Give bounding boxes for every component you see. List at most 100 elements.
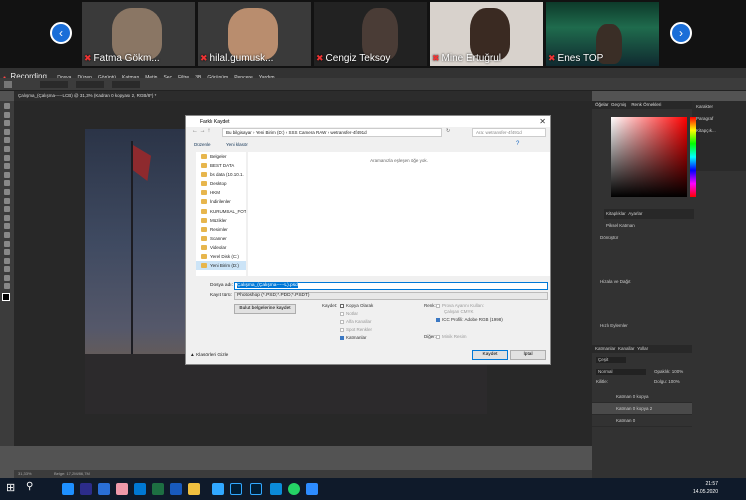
eraser-icon[interactable] [4,197,10,204]
refresh-icon[interactable]: ↻ [446,128,456,137]
pen-icon[interactable] [4,231,10,238]
excel-icon[interactable] [152,483,164,495]
help-icon[interactable]: ? [516,141,519,147]
whatsapp-icon[interactable] [288,483,300,495]
document-tab[interactable]: Çalışma_(Çalışma-----LCB) @ 31,3% (Kadra… [18,93,156,98]
brush-icon[interactable] [4,171,10,178]
participant-tile[interactable]: ✖ Cengiz Teksoy [314,2,427,66]
layer-filter-select[interactable]: Çeşit [596,357,626,363]
filename-input[interactable]: Çalışma_(Çalışma-----L).psd [234,282,548,290]
cloud-save-button[interactable]: Bulut belgelerine kaydet [234,304,296,314]
system-clock[interactable]: 21:57 14.05.2020 [693,480,718,496]
nav-item[interactable]: Resimler [196,225,246,234]
file-list-area[interactable]: Aramanızla eşleşen öğe yok. [248,152,550,276]
nav-item[interactable]: KURUMSAL_FOT [196,207,246,216]
participant-tile[interactable]: ✖ Fatma Gökm... [82,2,195,66]
quick-select-icon[interactable] [4,128,10,135]
search-input[interactable]: Ara: wetransfer-4f491d [472,128,546,137]
hide-folders-toggle[interactable]: ▲ Klasörleri Gizle [190,353,228,358]
path-select-icon[interactable] [4,249,10,256]
organize-button[interactable]: Düzenle [194,142,211,147]
search-icon[interactable]: ⚲ [26,481,38,493]
notes-checkbox[interactable]: Notlar [340,311,358,316]
close-icon[interactable]: ✕ [539,117,546,126]
layer-row[interactable]: Katman 0 [592,415,692,427]
healing-icon[interactable] [4,163,10,170]
filetype-select[interactable]: Photoshop (*.PSD;*.PDD;*.PSDT) [234,292,548,300]
participant-tile[interactable]: ✖ Enes TOP [546,2,659,66]
fill-value[interactable]: 100% [668,379,680,384]
dodge-icon[interactable] [4,223,10,230]
layer-row-selected[interactable]: Katman 0 kopya 2 [592,403,692,415]
nav-item[interactable]: İndirilenler [196,197,246,206]
browser-icon[interactable] [98,483,110,495]
start-icon[interactable]: ⊞ [6,481,18,494]
nav-item[interactable]: Desktop [196,179,246,188]
crop-tool-icon[interactable] [4,81,12,88]
skype-icon[interactable] [270,483,282,495]
foreground-color-swatch[interactable] [2,293,10,302]
explorer-icon[interactable] [188,483,200,495]
edge-icon[interactable] [62,483,74,495]
spot-checkbox[interactable]: Spot Renkler [340,327,372,332]
gradient-icon[interactable] [4,206,10,213]
transform-section[interactable]: Dönüştür [600,235,618,240]
width-input[interactable] [76,81,104,88]
prev-page-button[interactable]: ‹ [50,22,72,44]
participant-tile[interactable]: ✖ Mine Ertuğrul [430,2,543,66]
more-tools-icon[interactable] [4,283,10,290]
quick-actions-section[interactable]: Hızlı Eylemler [600,323,628,328]
opacity-value[interactable]: 100% [672,369,684,374]
history-brush-icon[interactable] [4,188,10,195]
icc-checkbox[interactable]: ICC Profili: Adobe RGB (1998) [436,317,503,322]
bridge-icon[interactable] [212,483,224,495]
height-input[interactable] [112,81,140,88]
hue-slider[interactable] [690,117,696,197]
nav-item[interactable]: bs data (10.10.1. [196,170,246,179]
layers-checkbox[interactable]: Katmanlar [340,335,367,340]
outlook-icon[interactable] [134,483,146,495]
shape-icon[interactable] [4,257,10,264]
nav-item[interactable]: BEST DATA [196,161,246,170]
address-bar[interactable]: Bu bilgisayar › Yeni Birim (D:) › SSS Ca… [222,128,442,137]
word-icon[interactable] [170,483,182,495]
align-section[interactable]: Hizala ve Dağıt [600,279,631,284]
back-arrow-icon[interactable]: ← → ↑ [192,128,210,134]
lasso-tool-icon[interactable] [4,120,10,127]
ratio-select[interactable] [40,81,68,88]
nav-item[interactable]: Müzikler [196,216,246,225]
photoshop-icon[interactable] [230,483,242,495]
marquee-tool-icon[interactable] [4,111,10,118]
nav-item-selected[interactable]: Yeni Birim (D:) [196,261,246,271]
move-tool-icon[interactable] [4,103,10,109]
copy-checkbox[interactable]: Kopya Olarak [340,303,373,308]
hand-icon[interactable] [4,266,10,273]
eyedropper-icon[interactable] [4,154,10,161]
alpha-checkbox[interactable]: Alfa Kanallar [340,319,372,324]
proof-checkbox[interactable]: Prova Ayarını Kullan: [436,303,484,308]
paragraph-panel-button[interactable]: Paragraf [692,113,746,125]
zoom-icon[interactable] [306,483,318,495]
save-button[interactable]: Kaydet [472,350,508,360]
layer-row[interactable]: Katman 0 kopya [592,391,692,403]
new-folder-button[interactable]: Yeni klasör [226,142,248,147]
crop-icon[interactable] [4,137,10,144]
nav-item[interactable]: Videolar [196,243,246,252]
frame-icon[interactable] [4,145,10,152]
stamp-icon[interactable] [4,180,10,187]
ie-icon[interactable] [80,483,92,495]
nav-item[interactable]: HKM [196,188,246,197]
zoom-icon[interactable] [4,274,10,281]
participant-tile[interactable]: ✖ hilal.gumusk... [198,2,311,66]
blur-icon[interactable] [4,214,10,221]
app-icon[interactable] [116,483,128,495]
nav-item[interactable]: Belgeler [196,152,246,161]
color-picker-field[interactable] [611,117,687,197]
photoshop-alt-icon[interactable] [250,483,262,495]
blend-mode-select[interactable]: Normal [596,369,646,375]
thumbnail-checkbox[interactable]: Minik Resim [436,334,467,339]
next-page-button[interactable]: › [670,22,692,44]
character-panel-button[interactable]: Karakter [692,101,746,113]
nav-item[interactable]: Yerel Disk (C:) [196,252,246,261]
glyphs-panel-button[interactable]: Kitapçık... [692,125,746,137]
